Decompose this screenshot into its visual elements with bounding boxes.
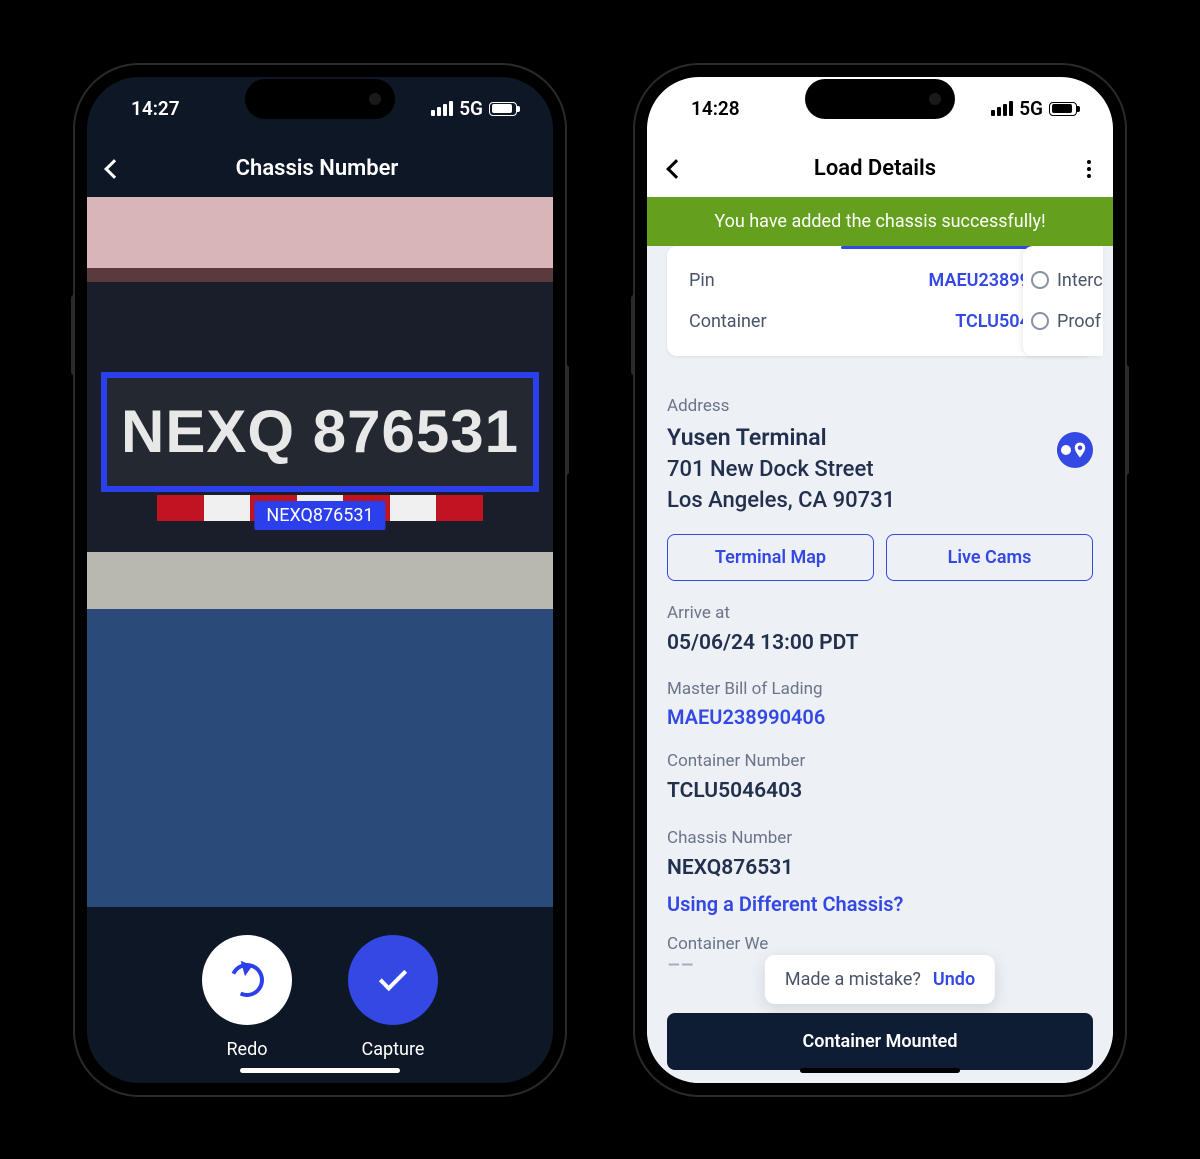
network-label: 5G xyxy=(459,97,483,120)
address-name: Yusen Terminal xyxy=(667,422,895,453)
container-row: Container TCLU5046403 xyxy=(689,301,1071,342)
capture-controls: Redo Capture xyxy=(87,907,553,1060)
mbl-value[interactable]: MAEU238990406 xyxy=(667,705,1093,729)
signal-icon xyxy=(991,101,1013,116)
more-icon[interactable] xyxy=(1087,160,1091,178)
page-title: Chassis Number xyxy=(101,156,533,181)
battery-icon xyxy=(489,102,517,116)
container-number-value: TCLU5046403 xyxy=(667,777,1093,805)
home-indicator[interactable] xyxy=(240,1068,400,1073)
success-banner: You have added the chassis successfully! xyxy=(647,197,1113,246)
chassis-number-label: Chassis Number xyxy=(667,828,1093,848)
pin-label: Pin xyxy=(689,270,715,291)
phone-right: 14:28 5G Load Details You have added the… xyxy=(635,65,1125,1095)
chassis-number-value: NEXQ876531 xyxy=(667,854,1093,882)
status-time: 14:28 xyxy=(691,97,740,120)
address-label: Address xyxy=(667,396,1093,416)
ocr-detection-frame: NEXQ 876531 xyxy=(101,372,539,492)
undo-toast: Made a mistake? Undo xyxy=(765,955,995,1004)
page-title: Load Details xyxy=(663,156,1087,181)
signal-icon xyxy=(431,101,453,116)
capture-button[interactable]: Capture xyxy=(348,935,438,1060)
capture-label: Capture xyxy=(362,1039,425,1060)
status-indicators: 5G xyxy=(431,97,517,120)
container-label: Container xyxy=(689,311,767,332)
header: Chassis Number xyxy=(87,141,553,197)
checklist-label: Proof xyxy=(1057,311,1101,332)
pin-row: Pin MAEU238990406 xyxy=(689,260,1071,301)
location-icon xyxy=(1071,439,1089,461)
home-indicator[interactable] xyxy=(800,1068,960,1073)
arrive-value: 05/06/24 13:00 PDT xyxy=(667,629,1093,657)
map-pin-icon[interactable] xyxy=(1057,432,1093,468)
screen-chassis-capture: 14:27 5G Chassis Number NEXQ 876531 NEXQ… xyxy=(87,77,553,1083)
checklist-item-interchange[interactable]: Interchange xyxy=(1031,260,1103,301)
arrive-label: Arrive at xyxy=(667,603,1093,623)
container-weight-label: Container We xyxy=(667,934,1093,954)
container-number-label: Container Number xyxy=(667,751,1093,771)
address-line1: 701 New Dock Street xyxy=(667,455,895,485)
camera-viewport: NEXQ 876531 NEXQ876531 xyxy=(87,197,553,907)
notch xyxy=(805,79,955,119)
side-checklist: Interchange Proof xyxy=(1023,246,1103,356)
address-line2: Los Angeles, CA 90731 xyxy=(667,486,895,516)
status-indicators: 5G xyxy=(991,97,1077,120)
redo-label: Redo xyxy=(226,1039,267,1060)
checklist-item-proof[interactable]: Proof xyxy=(1031,301,1103,342)
undo-button[interactable]: Undo xyxy=(933,969,975,990)
screen-load-details: 14:28 5G Load Details You have added the… xyxy=(647,77,1113,1083)
terminal-map-button[interactable]: Terminal Map xyxy=(667,534,874,581)
radio-icon[interactable] xyxy=(1031,312,1049,330)
mbl-label: Master Bill of Lading xyxy=(667,679,1093,699)
chassis-plate-text: NEXQ 876531 xyxy=(121,397,519,466)
different-chassis-link[interactable]: Using a Different Chassis? xyxy=(667,892,1093,916)
battery-icon xyxy=(1049,102,1077,116)
content-scroll[interactable]: Pin MAEU238990406 Container TCLU5046403 … xyxy=(647,246,1113,1083)
live-cams-button[interactable]: Live Cams xyxy=(886,534,1093,581)
toast-message: Made a mistake? xyxy=(785,969,921,990)
redo-icon xyxy=(225,958,269,1002)
notch xyxy=(245,79,395,119)
header: Load Details xyxy=(647,141,1113,197)
ocr-result-badge: NEXQ876531 xyxy=(254,501,385,530)
container-mounted-button[interactable]: Container Mounted xyxy=(667,1013,1093,1070)
checklist-label: Interchange xyxy=(1057,270,1103,291)
redo-button[interactable]: Redo xyxy=(202,935,292,1060)
radio-icon[interactable] xyxy=(1031,271,1049,289)
check-icon xyxy=(379,962,407,990)
network-label: 5G xyxy=(1019,97,1043,120)
phone-left: 14:27 5G Chassis Number NEXQ 876531 NEXQ… xyxy=(75,65,565,1095)
status-time: 14:27 xyxy=(131,97,180,120)
